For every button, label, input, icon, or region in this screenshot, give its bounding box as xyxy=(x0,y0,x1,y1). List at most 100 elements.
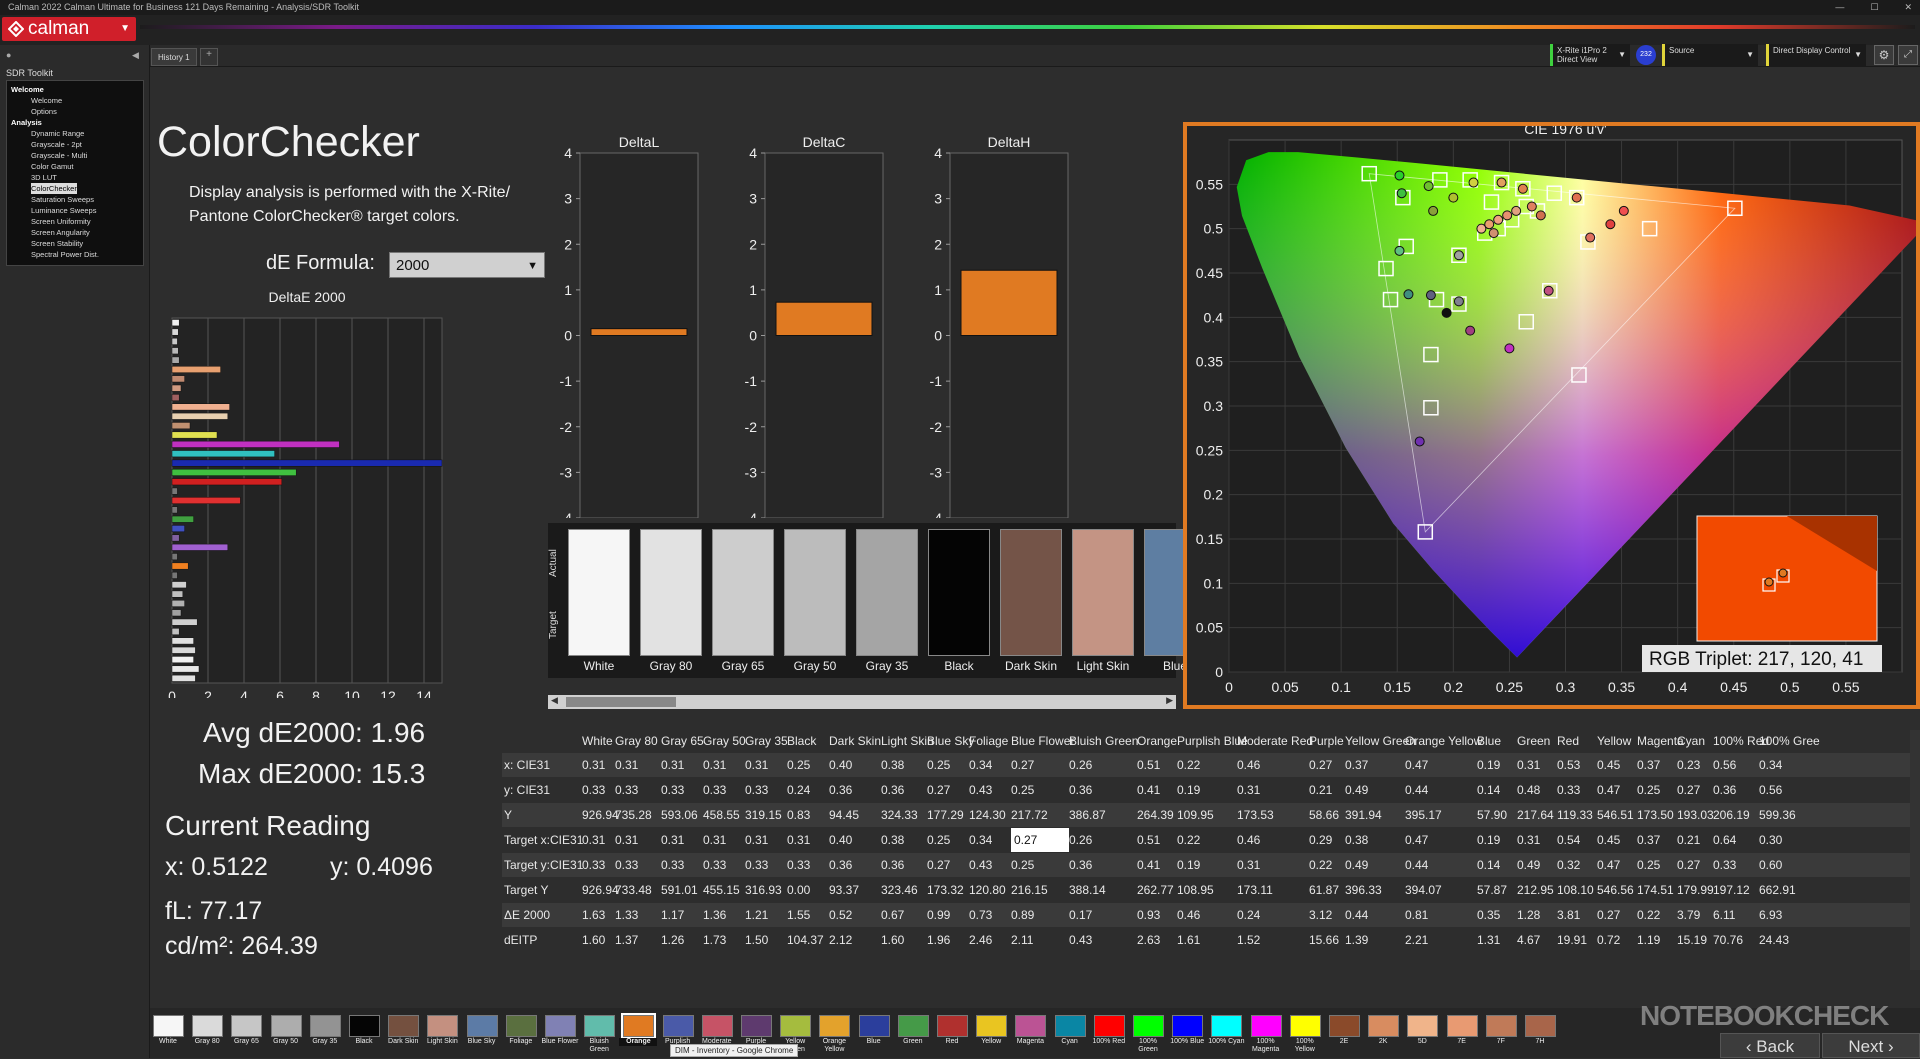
table-cell[interactable]: 0.36 xyxy=(1069,853,1092,877)
table-cell[interactable]: 0.27 xyxy=(1011,753,1034,777)
patch-swatch[interactable] xyxy=(937,1015,968,1037)
table-cell[interactable]: 1.96 xyxy=(927,928,950,952)
table-cell[interactable]: 0.19 xyxy=(1477,828,1500,852)
table-cell[interactable]: 0.72 xyxy=(1597,928,1620,952)
next-button[interactable]: Next › xyxy=(1822,1033,1920,1058)
table-cell[interactable]: 1.33 xyxy=(615,903,638,927)
tree-item[interactable]: Saturation Sweeps xyxy=(11,194,139,205)
table-cell[interactable]: 109.95 xyxy=(1177,803,1214,827)
patch-swatch[interactable] xyxy=(466,1015,498,1037)
patch-swatch[interactable] xyxy=(741,1015,772,1037)
table-cell[interactable]: 0.31 xyxy=(745,828,768,852)
table-cell[interactable]: 599.36 xyxy=(1759,803,1796,827)
table-cell[interactable]: 0.33 xyxy=(703,853,726,877)
patch-swatch[interactable] xyxy=(545,1015,576,1037)
patch-swatch[interactable] xyxy=(309,1015,341,1037)
table-cell[interactable]: 3.79 xyxy=(1677,903,1700,927)
tree-item[interactable]: Luminance Sweeps xyxy=(11,205,139,216)
table-cell[interactable]: 0.67 xyxy=(881,903,904,927)
table-cell[interactable]: 0.54 xyxy=(1557,828,1580,852)
patch-swatch[interactable] xyxy=(1525,1015,1556,1037)
display-control-selector[interactable]: Direct Display Control ▼ xyxy=(1766,44,1866,66)
table-cell[interactable]: 1.52 xyxy=(1237,928,1260,952)
table-scrollbar[interactable] xyxy=(1910,730,1920,970)
table-cell[interactable]: 0.31 xyxy=(1517,753,1540,777)
table-cell[interactable]: 2.21 xyxy=(1405,928,1428,952)
table-cell[interactable]: 0.33 xyxy=(582,778,605,802)
table-cell[interactable]: 0.22 xyxy=(1637,903,1660,927)
table-cell[interactable]: 0.17 xyxy=(1069,903,1092,927)
table-cell[interactable]: 0.48 xyxy=(1517,778,1540,802)
table-cell[interactable]: 0.33 xyxy=(787,853,810,877)
tree-item[interactable]: Color Gamut xyxy=(11,161,139,172)
table-cell[interactable]: 0.41 xyxy=(1137,853,1160,877)
patch-swatch[interactable] xyxy=(621,1013,657,1039)
table-cell[interactable]: 0.60 xyxy=(1759,853,1782,877)
tree-item[interactable]: Grayscale - 2pt xyxy=(11,139,139,150)
scroll-left-icon[interactable]: ◀ xyxy=(551,695,558,706)
tree-item[interactable]: Welcome xyxy=(11,84,139,95)
table-cell[interactable]: 0.36 xyxy=(1069,778,1092,802)
table-cell[interactable]: 0.38 xyxy=(881,828,904,852)
table-cell[interactable]: 0.46 xyxy=(1237,753,1260,777)
table-cell[interactable]: 1.61 xyxy=(1177,928,1200,952)
table-cell[interactable]: 0.33 xyxy=(703,778,726,802)
table-cell[interactable]: 324.33 xyxy=(881,803,918,827)
table-cell[interactable]: 0.26 xyxy=(1069,753,1092,777)
table-cell[interactable]: 108.10 xyxy=(1557,878,1594,902)
table-cell[interactable]: 0.49 xyxy=(1345,853,1368,877)
table-cell[interactable]: 0.37 xyxy=(1345,753,1368,777)
table-cell[interactable]: 0.30 xyxy=(1759,828,1782,852)
table-cell[interactable]: 0.47 xyxy=(1405,753,1428,777)
meter-badge[interactable]: 232 xyxy=(1636,45,1656,65)
table-cell[interactable]: 0.64 xyxy=(1713,828,1736,852)
table-cell[interactable]: 197.12 xyxy=(1713,878,1750,902)
table-cell[interactable]: 1.73 xyxy=(703,928,726,952)
table-cell[interactable]: 0.25 xyxy=(1637,853,1660,877)
table-cell[interactable]: 93.37 xyxy=(829,878,859,902)
meter-device-selector[interactable]: X-Rite i1Pro 2 Direct View ▼ xyxy=(1550,44,1630,66)
patch-swatch[interactable] xyxy=(349,1015,380,1037)
table-cell[interactable]: 0.31 xyxy=(615,753,638,777)
table-cell[interactable]: 2.12 xyxy=(829,928,852,952)
table-cell[interactable]: 1.36 xyxy=(703,903,726,927)
tree-item[interactable]: 3D LUT xyxy=(11,172,139,183)
table-cell[interactable]: 217.64 xyxy=(1517,803,1554,827)
table-cell[interactable]: 0.33 xyxy=(615,778,638,802)
table-cell[interactable]: 58.66 xyxy=(1309,803,1339,827)
patch-swatch[interactable] xyxy=(1329,1015,1360,1037)
table-cell[interactable]: 0.38 xyxy=(881,753,904,777)
table-cell[interactable]: 0.47 xyxy=(1597,853,1620,877)
table-cell[interactable]: 0.22 xyxy=(1309,853,1332,877)
table-cell[interactable]: 216.15 xyxy=(1011,878,1048,902)
table-cell[interactable]: 0.46 xyxy=(1177,903,1200,927)
table-cell[interactable]: 212.95 xyxy=(1517,878,1554,902)
table-cell[interactable]: 57.90 xyxy=(1477,803,1507,827)
patch-swatch[interactable] xyxy=(231,1015,263,1037)
table-cell[interactable]: 193.03 xyxy=(1677,803,1714,827)
table-cell[interactable]: 0.33 xyxy=(745,778,768,802)
table-cell[interactable]: 0.34 xyxy=(969,753,992,777)
table-cell[interactable]: 0.26 xyxy=(1069,828,1092,852)
patch-swatch[interactable] xyxy=(1368,1015,1400,1037)
table-cell[interactable]: 3.81 xyxy=(1557,903,1580,927)
table-cell[interactable]: 15.19 xyxy=(1677,928,1707,952)
table-cell[interactable]: 0.73 xyxy=(969,903,992,927)
patch-swatch[interactable] xyxy=(584,1015,616,1037)
table-cell[interactable]: 0.27 xyxy=(927,778,950,802)
table-cell[interactable]: 0.34 xyxy=(1759,753,1782,777)
table-cell[interactable]: 0.27 xyxy=(1309,753,1332,777)
patch-swatch[interactable] xyxy=(388,1015,420,1037)
table-cell[interactable]: 1.26 xyxy=(661,928,684,952)
table-cell[interactable]: 0.23 xyxy=(1677,753,1700,777)
patch-swatch[interactable] xyxy=(1015,1015,1047,1037)
table-cell[interactable]: 4.67 xyxy=(1517,928,1540,952)
table-cell[interactable]: 316.93 xyxy=(745,878,782,902)
gear-icon[interactable]: ⚙ xyxy=(1874,45,1894,65)
table-cell[interactable]: 733.48 xyxy=(615,878,652,902)
table-cell[interactable]: 1.60 xyxy=(582,928,605,952)
table-cell[interactable]: 0.27 xyxy=(1011,828,1069,852)
table-cell[interactable]: 94.45 xyxy=(829,803,859,827)
table-cell[interactable]: 0.22 xyxy=(1177,753,1200,777)
table-cell[interactable]: 0.53 xyxy=(1557,753,1580,777)
